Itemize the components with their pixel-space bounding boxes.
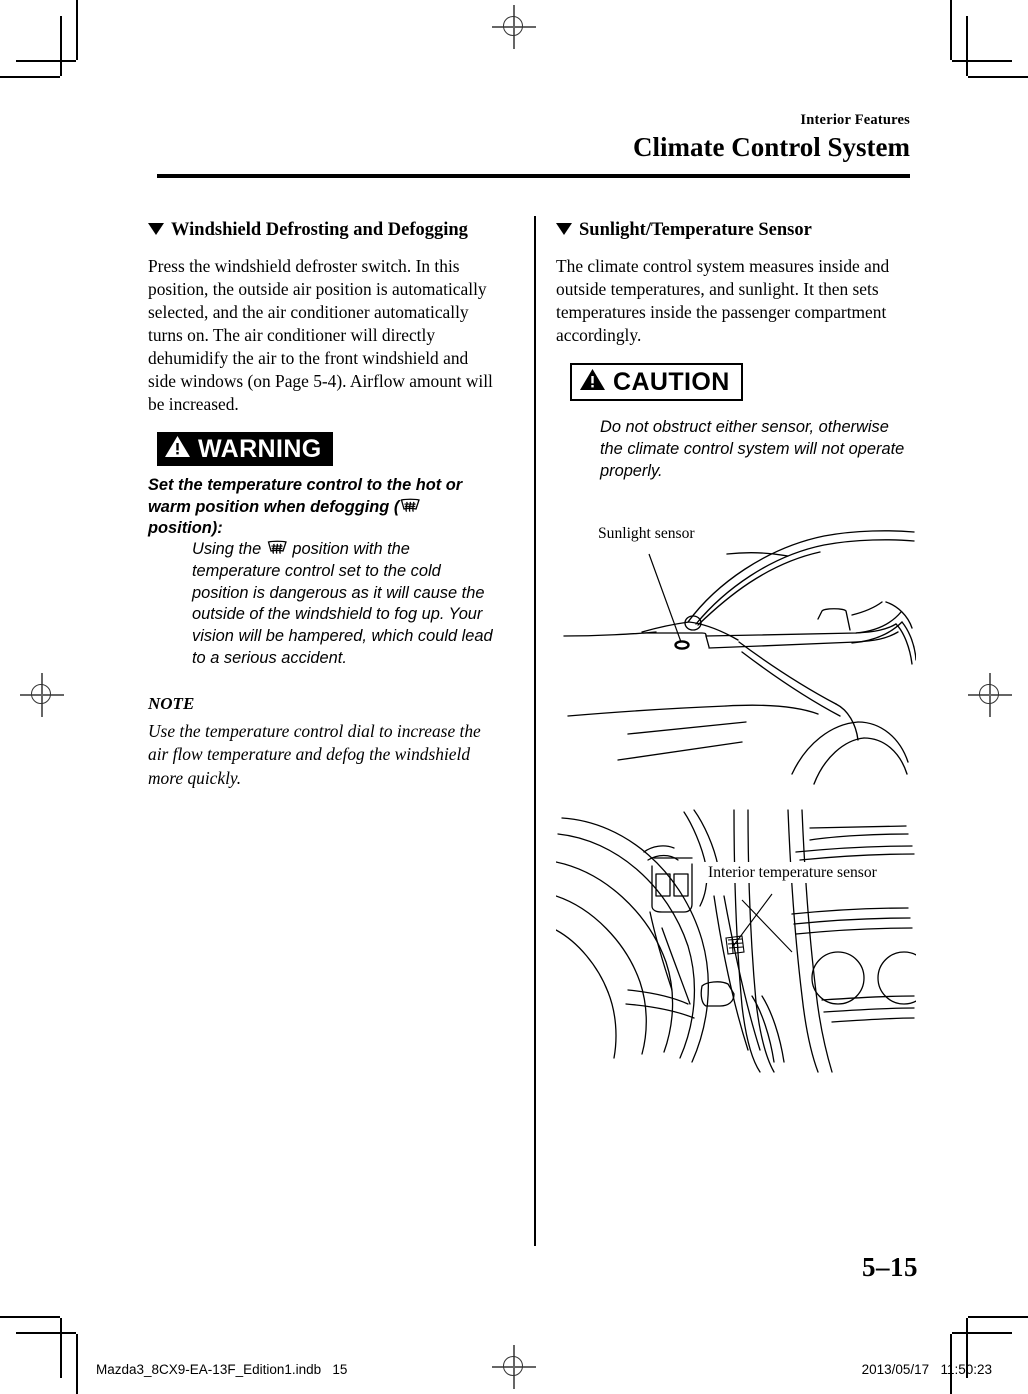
registration-mark-bottom [492, 1345, 536, 1389]
note-heading: NOTE [148, 694, 195, 714]
page-title: Climate Control System [633, 132, 910, 163]
caution-badge-label: CAUTION [613, 367, 730, 396]
warning-badge: WARNING [157, 432, 333, 467]
footer-timestamp: 2013/05/17 11:50:23 [861, 1362, 992, 1377]
crop-mark-bottom-left-v2 [60, 1318, 62, 1378]
registration-mark-right [968, 673, 1012, 717]
section-heading-label: Windshield Defrosting and Defogging [171, 220, 468, 240]
crop-mark-top-left-v2 [60, 16, 62, 76]
defroster-icon [266, 540, 288, 557]
crop-mark-top-left-h2 [16, 60, 76, 62]
warning-body-before: Using the [192, 540, 262, 559]
figure-caption-interior-temperature-sensor: Interior temperature sensor [702, 862, 883, 884]
warning-triangle-icon [164, 435, 191, 463]
warning-badge-label: WARNING [198, 434, 322, 463]
page-header: Interior Features Climate Control System [157, 112, 910, 165]
caution-triangle-icon [579, 368, 606, 396]
section-heading-sunlight-temperature-sensor: Sunlight/Temperature Sensor [556, 218, 906, 242]
crop-mark-bottom-left-v [76, 1334, 78, 1394]
column-divider [534, 216, 536, 1246]
warning-body-after: position with the temperature control se… [192, 540, 493, 667]
defroster-icon [399, 498, 421, 515]
crop-mark-bottom-left-h2 [16, 1332, 76, 1334]
figure-sunlight-sensor: Sunlight sensor [556, 512, 917, 790]
header-kicker: Interior Features [800, 112, 910, 128]
crop-mark-top-right-v [950, 0, 952, 60]
crop-mark-top-left-h [0, 76, 60, 78]
note-body: Use the temperature control dial to incr… [148, 721, 481, 788]
triangle-bullet-icon [556, 223, 572, 235]
left-column: Windshield Defrosting and Defogging Pres… [148, 218, 498, 790]
manual-page: Interior Features Climate Control System… [0, 0, 1028, 1394]
footer-file-name: Mazda3_8CX9-EA-13F_Edition1.indb 15 [96, 1362, 348, 1377]
figure-interior-temperature-sensor: Interior temperature sensor [555, 800, 931, 1075]
crop-mark-bottom-right-h [968, 1316, 1028, 1318]
crop-mark-top-right-h2 [952, 60, 1012, 62]
caution-badge: CAUTION [570, 363, 743, 402]
figure-caption-sunlight-sensor: Sunlight sensor [598, 525, 695, 543]
paragraph-defrosting: Press the windshield defroster switch. I… [148, 256, 493, 415]
crop-mark-bottom-right-h2 [952, 1332, 1012, 1334]
triangle-bullet-icon [148, 223, 164, 235]
section-heading-windshield-defrosting: Windshield Defrosting and Defogging [148, 218, 498, 242]
page-number: 5–15 [862, 1252, 918, 1282]
caution-body-text: Do not obstruct either sensor, otherwise… [600, 418, 905, 480]
crop-mark-bottom-left-h [0, 1316, 60, 1318]
crop-mark-top-left-v [76, 0, 78, 60]
section-heading-label: Sunlight/Temperature Sensor [579, 220, 812, 240]
warning-lead-text: Set the temperature control to the hot o… [148, 475, 498, 539]
paragraph-sensor: The climate control system measures insi… [556, 256, 890, 346]
registration-mark-left [20, 673, 64, 717]
registration-mark-top [492, 5, 536, 49]
crop-mark-top-right-h [968, 76, 1028, 78]
warning-body-text: Using the position with the temperature … [192, 539, 498, 669]
crop-mark-top-right-v2 [966, 16, 968, 76]
right-column: Sunlight/Temperature Sensor The climate … [556, 218, 906, 482]
warning-lead-after: position): [148, 519, 223, 538]
header-rule [157, 174, 910, 178]
